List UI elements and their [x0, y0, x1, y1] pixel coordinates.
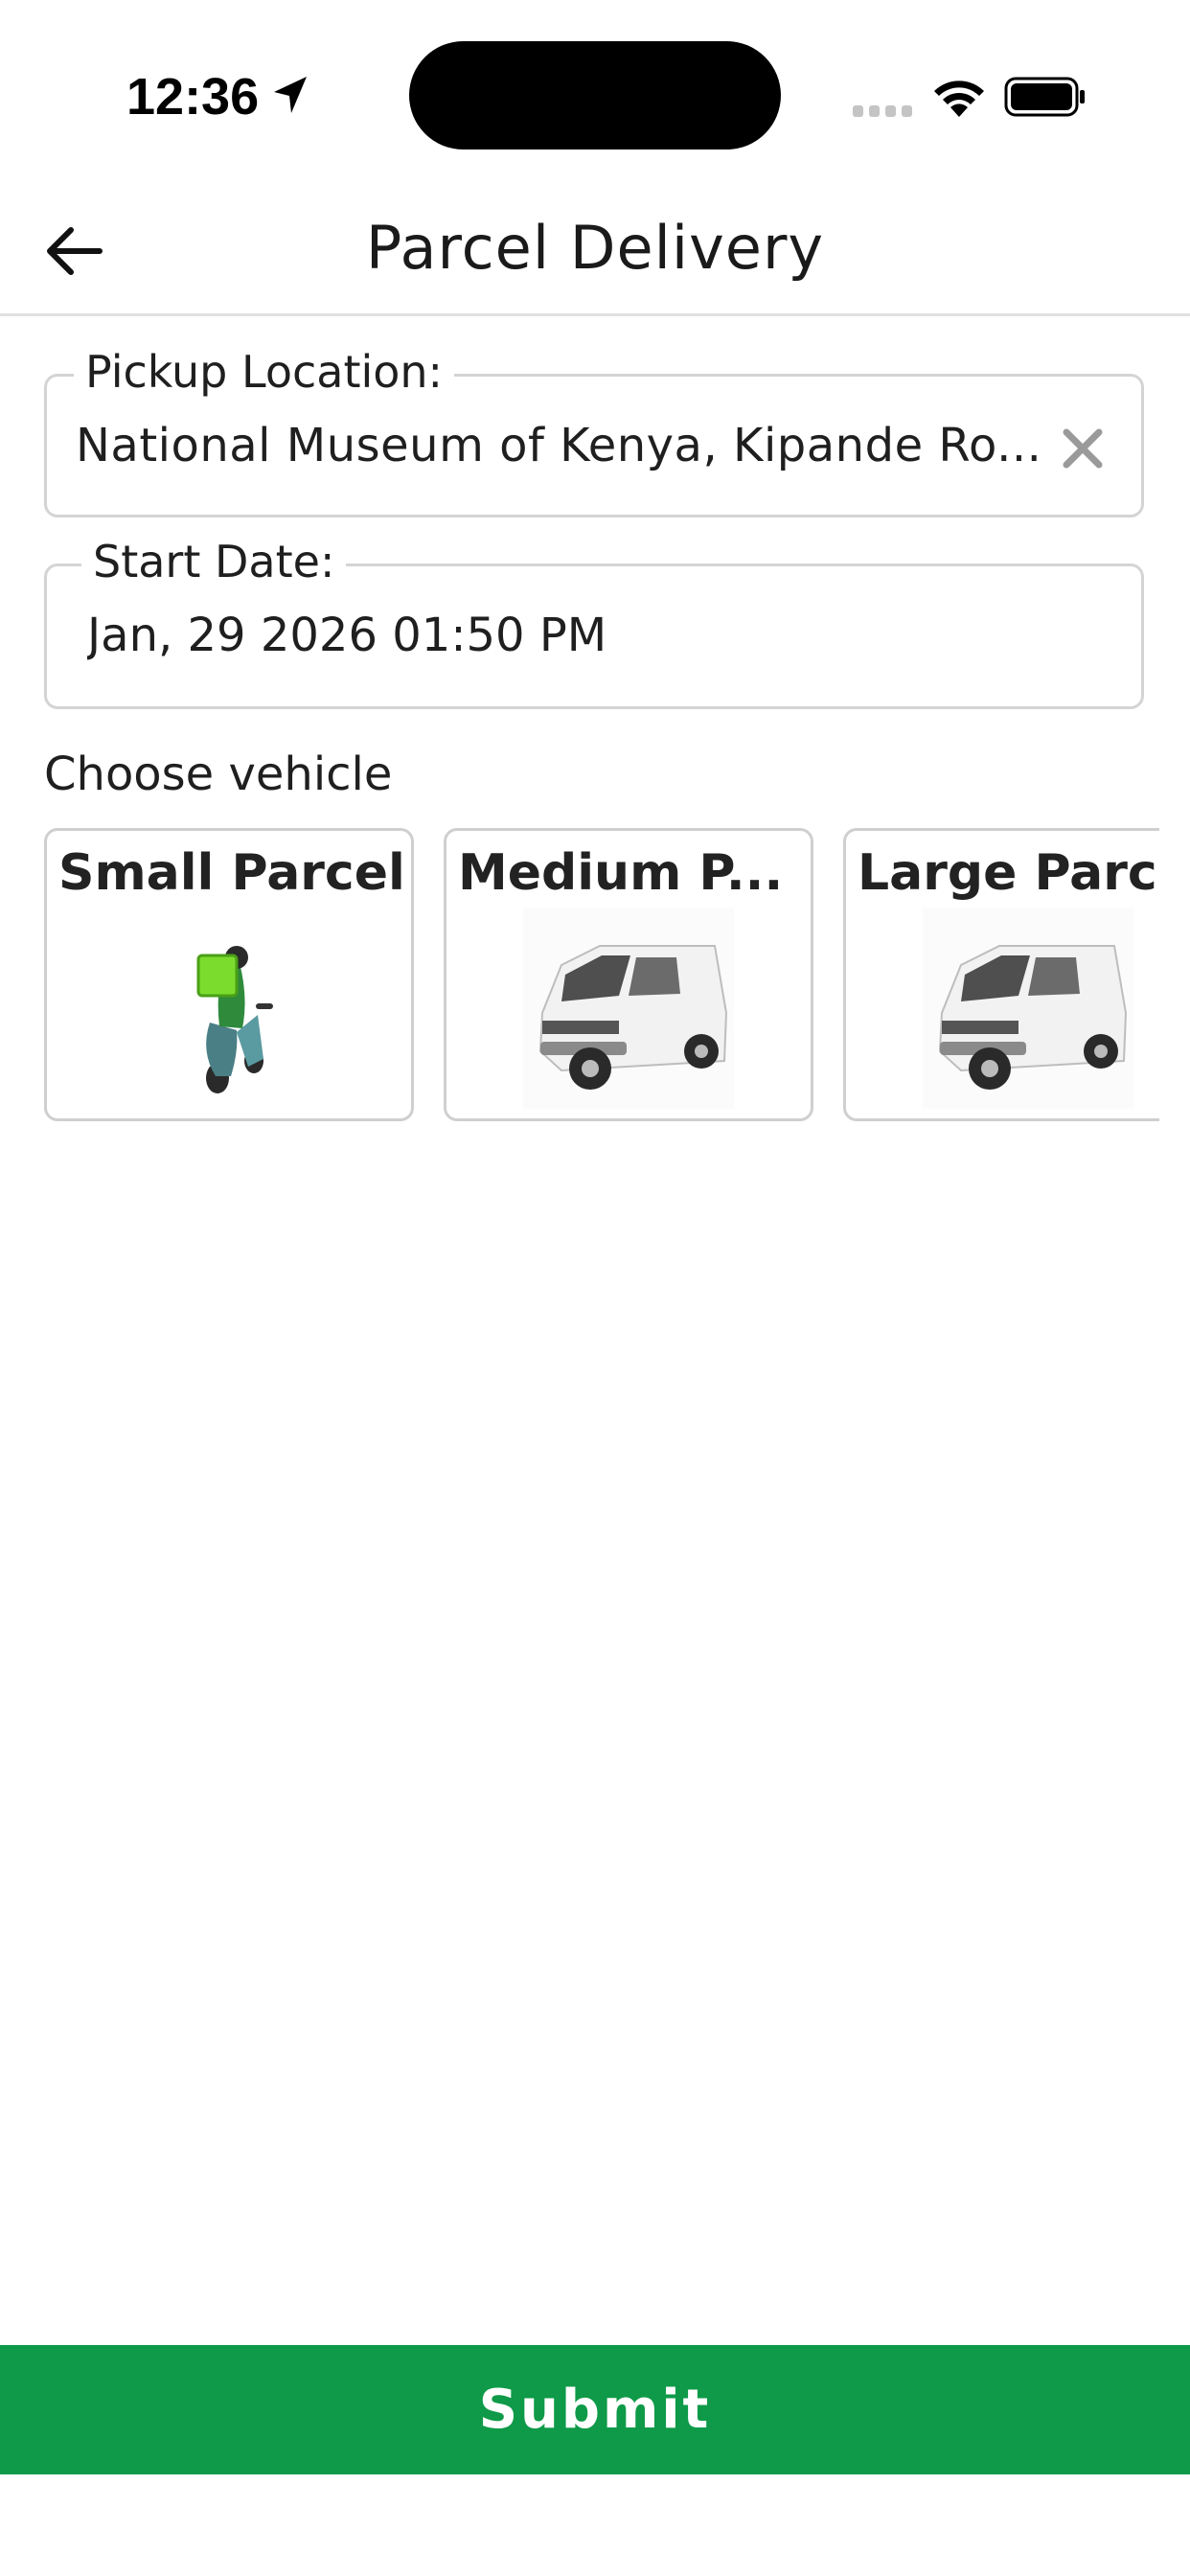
dynamic-island	[409, 41, 781, 150]
choose-vehicle-label: Choose vehicle	[44, 748, 393, 801]
van-image	[523, 908, 734, 1109]
pickup-location-field[interactable]: Pickup Location: National Museum of Keny…	[44, 346, 1144, 518]
start-date-value[interactable]: Jan, 29 2026 01:50 PM	[87, 609, 606, 662]
van-image	[923, 908, 1133, 1109]
app-header: Parcel Delivery	[0, 182, 1190, 316]
page-title: Parcel Delivery	[365, 213, 825, 283]
cellular-signal-icon	[853, 105, 912, 117]
start-date-label: Start Date:	[81, 536, 347, 587]
location-arrow-icon	[274, 77, 307, 113]
start-date-field[interactable]: Start Date: Jan, 29 2026 01:50 PM	[44, 536, 1144, 709]
status-bar: 12:36	[0, 0, 1190, 182]
submit-button[interactable]: Submit	[0, 2345, 1190, 2474]
close-icon[interactable]	[1061, 426, 1105, 471]
vehicle-card-large-parcel[interactable]: Large Parcel	[843, 828, 1159, 1121]
pickup-location-label: Pickup Location:	[74, 346, 455, 398]
vehicle-name: Small Parcel	[58, 844, 405, 902]
scooter-courier-image	[196, 946, 273, 1093]
vehicle-card-small-parcel[interactable]: Small Parcel	[44, 828, 414, 1121]
vehicle-options: Small Parcel Medium P... Large Parc	[44, 828, 1159, 1123]
status-time: 12:36	[126, 68, 260, 126]
vehicle-card-medium-parcel[interactable]: Medium P...	[444, 828, 813, 1121]
wifi-icon	[934, 80, 984, 117]
vehicle-name: Large Parcel	[858, 844, 1159, 902]
battery-icon	[1004, 77, 1085, 117]
vehicle-name: Medium P...	[458, 844, 784, 902]
pickup-location-value[interactable]: National Museum of Kenya, Kipande Ro...	[76, 419, 1072, 472]
